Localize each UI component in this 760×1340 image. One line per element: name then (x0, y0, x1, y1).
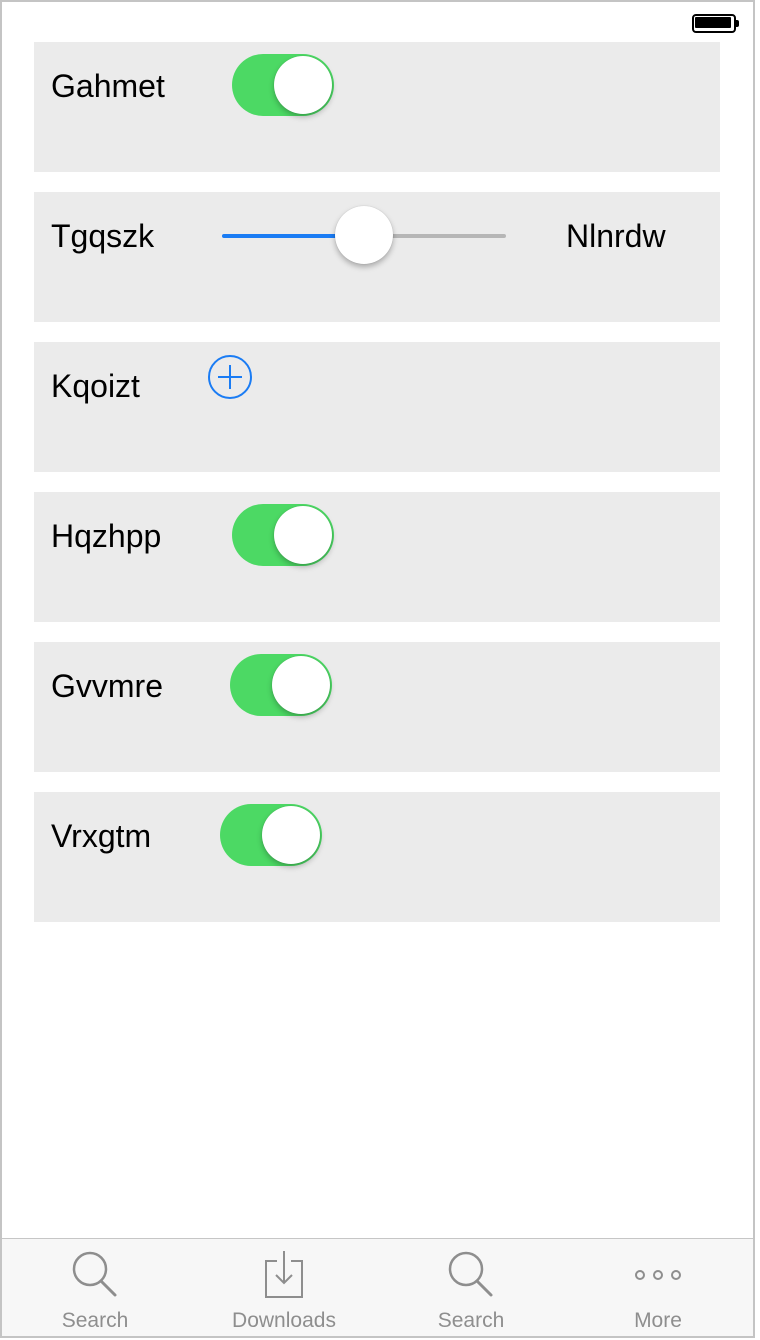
slider-max-label: Nlnrdw (566, 218, 666, 254)
tab-bar: Search Downloads Search More (2, 1238, 753, 1336)
cell-toggle-4: Vrxgtm (34, 792, 720, 922)
cell-slider: Tgqszk Nlnrdw (34, 192, 720, 322)
cell-label: Tgqszk (51, 218, 155, 254)
cell-add: Kqoizt (34, 342, 720, 472)
tab-label: Search (61, 1309, 129, 1332)
toggle-knob (272, 656, 330, 714)
cell-label: Hqzhpp (51, 518, 162, 554)
search-icon (443, 1247, 499, 1303)
toggle-knob (274, 506, 332, 564)
cell-label: Gvvmre (51, 668, 163, 704)
battery-full-icon (692, 14, 739, 34)
toggle-switch[interactable] (220, 804, 322, 866)
more-icon (630, 1247, 686, 1303)
tab-label: More (634, 1309, 682, 1332)
search-icon (67, 1247, 123, 1303)
cell-label: Gahmet (51, 68, 165, 104)
cell-label: Vrxgtm (51, 818, 152, 854)
tab-search-1[interactable]: Search (2, 1239, 188, 1336)
tab-downloads[interactable]: Downloads (191, 1239, 377, 1336)
toggle-switch[interactable] (232, 54, 334, 116)
toggle-knob (262, 806, 320, 864)
cell-toggle-2: Hqzhpp (34, 492, 720, 622)
tab-more[interactable]: More (565, 1239, 751, 1336)
cell-label: Kqoizt (51, 368, 140, 404)
toggle-switch[interactable] (230, 654, 332, 716)
cell-toggle-1: Gahmet (34, 42, 720, 172)
toggle-switch[interactable] (232, 504, 334, 566)
slider-thumb[interactable] (335, 206, 393, 264)
tab-search-2[interactable]: Search (378, 1239, 564, 1336)
download-icon (256, 1247, 312, 1303)
cell-toggle-3: Gvvmre (34, 642, 720, 772)
plus-circle-icon[interactable] (207, 354, 253, 400)
app-screen: Gahmet Tgqszk Nlnrdw Kqoizt Hqzhpp Gvvmr… (0, 0, 755, 1338)
tab-label: Downloads (232, 1309, 336, 1332)
toggle-knob (274, 56, 332, 114)
slider[interactable] (222, 204, 506, 266)
tab-label: Search (437, 1309, 505, 1332)
